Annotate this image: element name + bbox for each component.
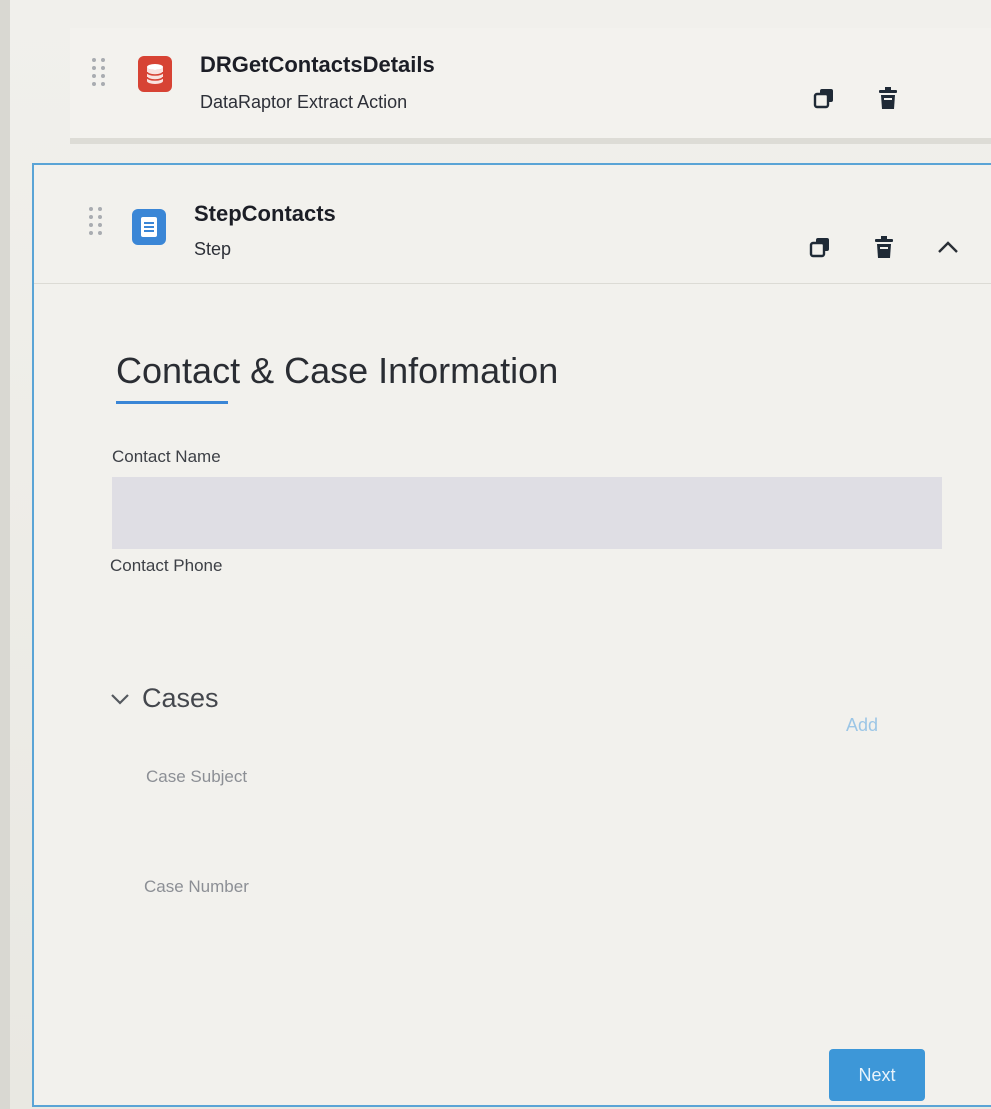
case-number-label: Case Number xyxy=(144,877,249,896)
drag-handle-icon[interactable] xyxy=(92,58,108,90)
contact-phone-label: Contact Phone xyxy=(110,556,223,575)
cases-block-label: Cases xyxy=(142,683,219,713)
contact-name-field[interactable] xyxy=(112,477,942,549)
dataraptor-element-name: DRGetContactsDetails xyxy=(200,52,435,77)
step-element-name: StepContacts xyxy=(194,201,336,226)
document-icon xyxy=(132,209,166,245)
block-title-underline xyxy=(116,401,228,404)
chevron-up-icon[interactable] xyxy=(934,233,962,261)
step-element-type: Step xyxy=(194,239,232,259)
trash-icon[interactable] xyxy=(870,233,898,261)
database-icon xyxy=(138,56,172,92)
step-element-card[interactable]: StepContacts Step Contact & Case Informa… xyxy=(32,163,991,1107)
canvas-left-edge xyxy=(0,0,10,1109)
contact-name-label: Contact Name xyxy=(112,447,221,466)
drag-handle-icon[interactable] xyxy=(89,207,105,239)
block-title: Contact & Case Information xyxy=(116,350,559,391)
add-case-link[interactable]: Add xyxy=(846,715,878,736)
chevron-down-icon xyxy=(111,693,129,705)
case-subject-label: Case Subject xyxy=(146,767,248,786)
clone-icon[interactable] xyxy=(806,233,834,261)
omniscript-designer-canvas: DRGetContactsDetails DataRaptor Extract … xyxy=(0,0,991,1109)
dataraptor-element-card[interactable]: DRGetContactsDetails DataRaptor Extract … xyxy=(70,28,991,144)
cases-block-toggle[interactable]: Cases xyxy=(110,683,219,714)
clone-icon[interactable] xyxy=(810,84,838,112)
step-header-divider xyxy=(34,283,991,284)
next-button[interactable]: Next xyxy=(829,1049,925,1101)
trash-icon[interactable] xyxy=(874,84,902,112)
dataraptor-element-type: DataRaptor Extract Action xyxy=(200,92,408,112)
